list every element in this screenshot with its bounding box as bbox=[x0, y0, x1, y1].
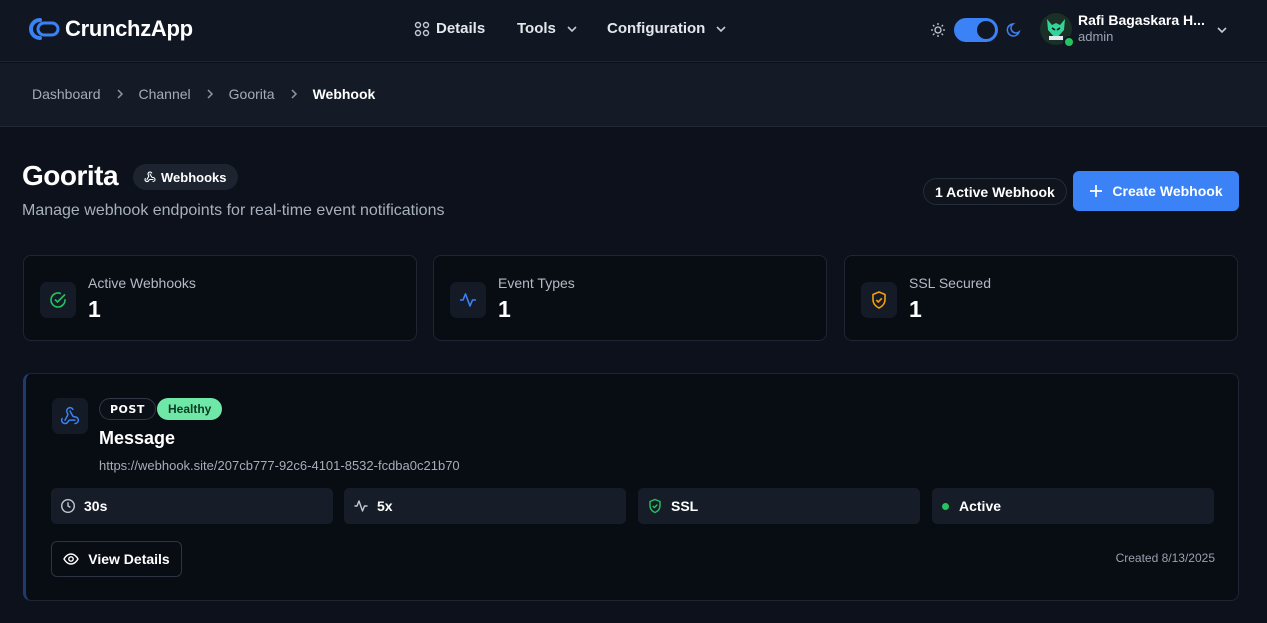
status-value: Active bbox=[959, 498, 1002, 514]
chevron-right-icon bbox=[291, 89, 297, 99]
breadcrumb-bar: Dashboard Channel Goorita Webhook bbox=[0, 63, 1267, 127]
stat-label: SSL Secured bbox=[909, 275, 991, 291]
view-details-label: View Details bbox=[88, 551, 170, 567]
clock-icon bbox=[60, 498, 76, 514]
chevron-down-icon bbox=[711, 23, 727, 35]
webhook-icon bbox=[144, 171, 156, 183]
stat-card-ssl-secured: SSL Secured 1 bbox=[844, 255, 1238, 341]
logo-icon bbox=[26, 16, 60, 42]
ssl-chip: SSL bbox=[638, 488, 920, 524]
shield-check-icon bbox=[861, 282, 897, 318]
webhook-name: Message bbox=[99, 428, 176, 448]
activity-icon bbox=[353, 498, 369, 514]
status-dot-icon bbox=[942, 502, 949, 510]
page-title: Goorita bbox=[22, 160, 119, 191]
stat-card-event-types: Event Types 1 bbox=[433, 255, 827, 341]
activity-icon bbox=[450, 282, 486, 318]
user-role: admin bbox=[1078, 29, 1114, 44]
stat-value: 1 bbox=[88, 296, 101, 322]
stat-card-active-webhooks: Active Webhooks 1 bbox=[23, 255, 417, 341]
page-subtitle: Manage webhook endpoints for real-time e… bbox=[22, 202, 445, 219]
user-name: Rafi Bagaskara H... bbox=[1078, 12, 1205, 28]
webhook-icon bbox=[52, 398, 88, 434]
timeout-chip: 30s bbox=[51, 488, 333, 524]
breadcrumb-channel[interactable]: Channel bbox=[139, 86, 191, 102]
breadcrumb-dashboard[interactable]: Dashboard bbox=[32, 86, 101, 102]
sun-icon bbox=[930, 22, 946, 38]
theme-switcher bbox=[930, 18, 1022, 42]
stat-label: Active Webhooks bbox=[88, 275, 196, 291]
app-logo[interactable]: CrunchzApp bbox=[26, 16, 193, 42]
app-name: CrunchzApp bbox=[65, 16, 193, 41]
stat-label: Event Types bbox=[498, 275, 575, 291]
webhook-card: POST Healthy Message https://webhook.sit… bbox=[23, 373, 1239, 601]
chevron-down-icon bbox=[562, 23, 578, 35]
timeout-value: 30s bbox=[84, 498, 108, 514]
nav-details-label: Details bbox=[436, 20, 486, 37]
moon-icon bbox=[1006, 22, 1022, 38]
breadcrumb: Dashboard Channel Goorita Webhook bbox=[32, 86, 375, 102]
http-method-badge: POST bbox=[99, 398, 156, 420]
online-status-dot bbox=[1063, 35, 1075, 48]
theme-toggle[interactable] bbox=[954, 18, 998, 42]
nav-tools-label: Tools bbox=[517, 20, 556, 37]
top-navbar: CrunchzApp Details Tools Configuration R… bbox=[0, 0, 1267, 62]
webhooks-tag: Webhooks bbox=[133, 164, 238, 190]
health-status-badge: Healthy bbox=[157, 398, 223, 420]
plus-icon bbox=[1089, 184, 1103, 198]
ssl-value: SSL bbox=[671, 498, 699, 514]
nav-configuration[interactable]: Configuration bbox=[607, 20, 727, 37]
chevron-right-icon bbox=[116, 89, 123, 99]
webhook-url: https://webhook.site/207cb777-92c6-4101-… bbox=[99, 458, 460, 473]
eye-icon bbox=[63, 551, 80, 567]
create-webhook-label: Create Webhook bbox=[1112, 183, 1223, 199]
avatar bbox=[1040, 12, 1075, 48]
nav-configuration-label: Configuration bbox=[607, 20, 706, 37]
retry-chip: 5x bbox=[344, 488, 626, 524]
user-menu[interactable]: Rafi Bagaskara H... admin bbox=[1040, 12, 1227, 48]
created-date: Created 8/13/2025 bbox=[1115, 551, 1215, 565]
grid-icon bbox=[414, 21, 430, 37]
retry-value: 5x bbox=[377, 498, 393, 514]
shield-check-icon bbox=[647, 498, 663, 514]
nav-tools[interactable]: Tools bbox=[517, 20, 578, 37]
breadcrumb-goorita[interactable]: Goorita bbox=[229, 86, 275, 102]
chevron-right-icon bbox=[207, 89, 213, 99]
active-webhook-count: 1 Active Webhook bbox=[923, 178, 1067, 205]
breadcrumb-webhook: Webhook bbox=[312, 86, 376, 102]
view-details-button[interactable]: View Details bbox=[51, 541, 182, 577]
stat-value: 1 bbox=[498, 296, 511, 322]
status-chip: Active bbox=[932, 488, 1214, 524]
check-circle-icon bbox=[40, 282, 76, 318]
webhooks-tag-label: Webhooks bbox=[161, 169, 227, 185]
create-webhook-button[interactable]: Create Webhook bbox=[1073, 171, 1239, 211]
chevron-down-icon bbox=[1216, 24, 1228, 36]
stat-value: 1 bbox=[909, 296, 922, 322]
nav-details[interactable]: Details bbox=[414, 20, 485, 37]
